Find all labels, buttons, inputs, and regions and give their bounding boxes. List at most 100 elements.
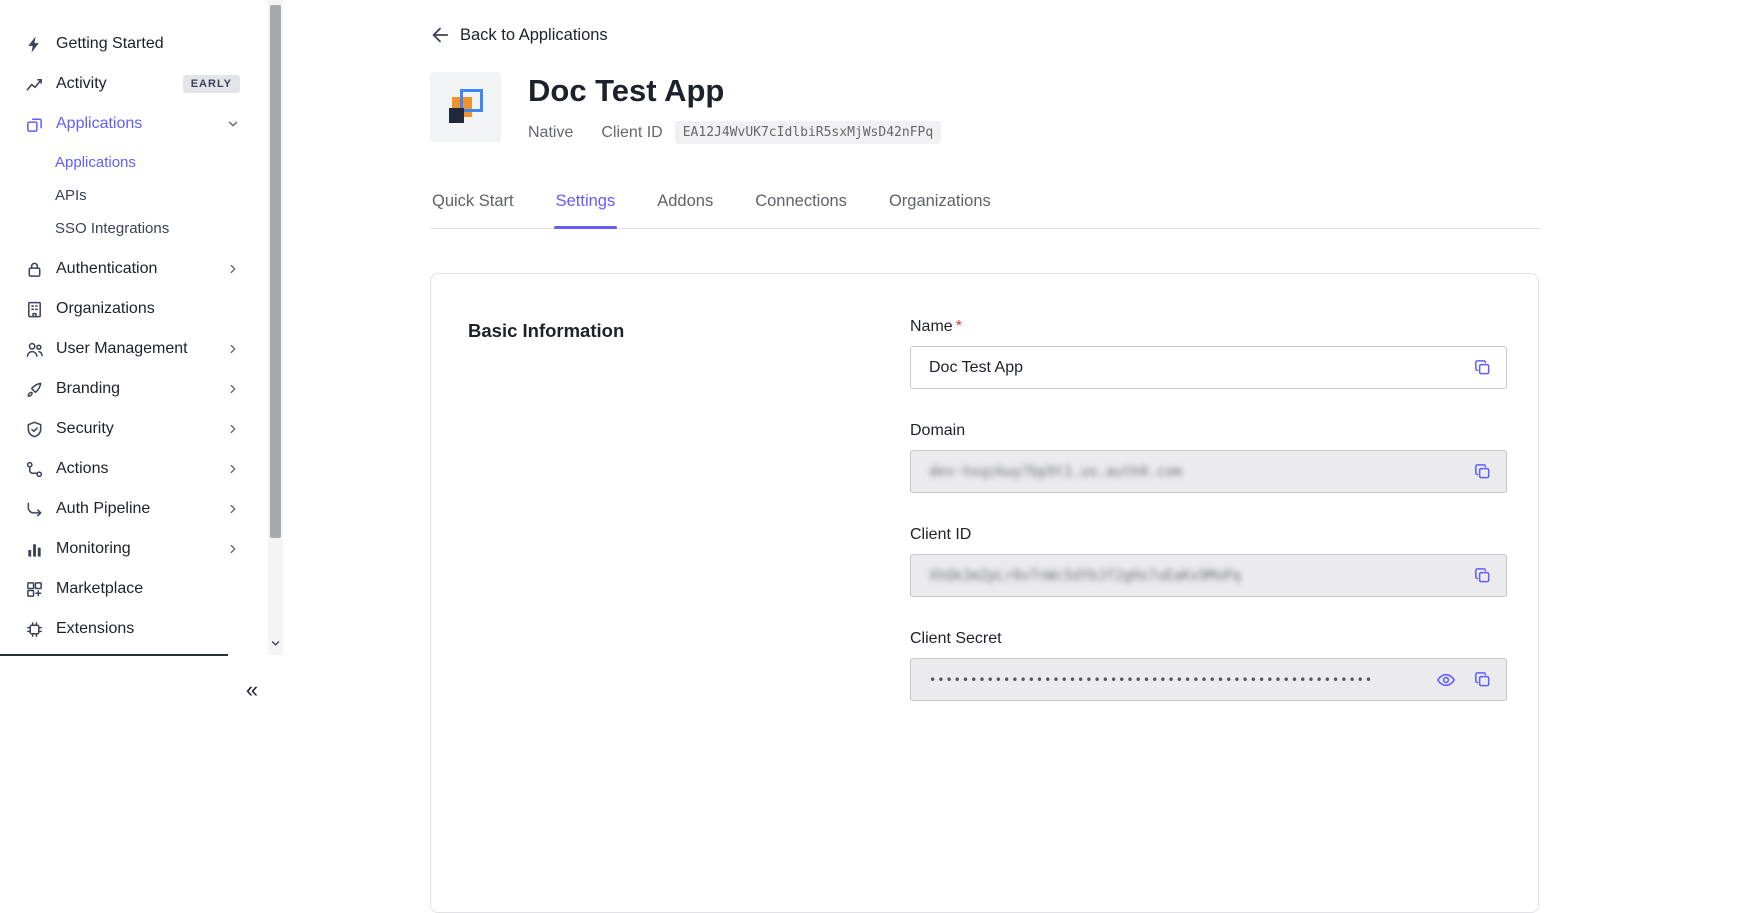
sidebar-item-label: Extensions	[56, 620, 240, 638]
sidebar: Getting Started Activity EARLY Applicati…	[0, 0, 290, 811]
back-arrow-icon	[430, 25, 450, 45]
sidebar-item-label: Marketplace	[56, 580, 240, 598]
page-title: Doc Test App	[528, 72, 941, 108]
name-field-group: Name*	[910, 318, 1507, 389]
copy-client-secret-button[interactable]	[1471, 669, 1493, 691]
client-id-redacted-value: XhQk3mZpLr8vTnWc5dYbJf2gHs7uEaKx9MoPq	[929, 568, 1241, 584]
sidebar-item-activity[interactable]: Activity EARLY	[0, 64, 290, 104]
rocket-icon	[24, 34, 44, 54]
sidebar-footer-divider	[0, 654, 228, 656]
copy-client-id-button[interactable]	[1471, 565, 1493, 587]
sidebar-item-user-management[interactable]: User Management	[0, 329, 290, 369]
tab-addons[interactable]: Addons	[655, 192, 715, 228]
submenu-item-label: SSO Integrations	[55, 220, 169, 237]
copy-name-button[interactable]	[1471, 357, 1493, 379]
paintbrush-icon	[24, 379, 44, 399]
bar-chart-icon	[24, 539, 44, 559]
chevron-right-icon	[226, 462, 240, 476]
sidebar-item-branding[interactable]: Branding	[0, 369, 290, 409]
submenu-item-label: APIs	[55, 187, 87, 204]
sidebar-item-label: Auth Pipeline	[56, 500, 226, 518]
tab-bar: Quick Start Settings Addons Connections …	[430, 192, 1541, 229]
sidebar-item-organizations[interactable]: Organizations	[0, 289, 290, 329]
domain-field-label: Domain	[910, 422, 1507, 440]
submenu-item-sso-integrations[interactable]: SSO Integrations	[0, 212, 290, 245]
sidebar-item-extensions[interactable]: Extensions	[0, 609, 290, 649]
sidebar-item-security[interactable]: Security	[0, 409, 290, 449]
copy-icon	[1473, 670, 1492, 689]
copy-icon	[1473, 358, 1492, 377]
sidebar-item-label: Applications	[56, 115, 226, 133]
scrollbar-down-arrow-icon[interactable]	[268, 634, 283, 652]
sidebar-item-label: Getting Started	[56, 35, 240, 53]
sidebar-item-auth-pipeline[interactable]: Auth Pipeline	[0, 489, 290, 529]
tab-quick-start[interactable]: Quick Start	[430, 192, 516, 228]
building-icon	[24, 299, 44, 319]
users-icon	[24, 339, 44, 359]
back-to-applications-link[interactable]: Back to Applications	[430, 25, 608, 45]
tab-organizations[interactable]: Organizations	[887, 192, 993, 228]
domain-redacted-value: dev-hxqzkwy7bp9t1.us.auth0.com	[929, 464, 1182, 480]
submenu-item-apis[interactable]: APIs	[0, 179, 290, 212]
sidebar-item-monitoring[interactable]: Monitoring	[0, 529, 290, 569]
sidebar-item-label: Security	[56, 420, 226, 438]
app-logo	[430, 72, 501, 142]
section-title: Basic Information	[468, 318, 910, 342]
back-link-label: Back to Applications	[460, 26, 608, 45]
chevron-right-icon	[226, 502, 240, 516]
eye-icon	[1436, 670, 1456, 690]
client-secret-masked-value: ••••••••••••••••••••••••••••••••••••••••…	[929, 673, 1373, 687]
sidebar-scrollbar[interactable]	[268, 0, 283, 655]
sidebar-item-marketplace[interactable]: Marketplace	[0, 569, 290, 609]
client-id-field-group: Client ID XhQk3mZpLr8vTnWc5dYbJf2gHs7uEa…	[910, 526, 1507, 597]
submenu-item-applications[interactable]: Applications	[0, 146, 290, 179]
chevron-right-icon	[226, 382, 240, 396]
copy-icon	[1473, 462, 1492, 481]
client-secret-input: ••••••••••••••••••••••••••••••••••••••••…	[910, 658, 1507, 701]
chevron-right-icon	[226, 422, 240, 436]
required-marker: *	[956, 318, 962, 335]
domain-field-group: Domain dev-hxqzkwy7bp9t1.us.auth0.com	[910, 422, 1507, 493]
tab-settings[interactable]: Settings	[554, 192, 618, 228]
chevron-right-icon	[226, 342, 240, 356]
collapse-sidebar-button[interactable]: «	[238, 676, 266, 704]
submenu-item-label: Applications	[55, 154, 136, 171]
sidebar-item-actions[interactable]: Actions	[0, 449, 290, 489]
copy-domain-button[interactable]	[1471, 461, 1493, 483]
name-input[interactable]	[910, 346, 1507, 389]
tab-connections[interactable]: Connections	[753, 192, 849, 228]
client-id-label: Client ID	[601, 124, 662, 142]
client-secret-field-group: Client Secret ••••••••••••••••••••••••••…	[910, 630, 1507, 701]
name-field-label: Name*	[910, 318, 1507, 336]
sidebar-item-label: User Management	[56, 340, 226, 358]
workflow-icon	[24, 459, 44, 479]
sidebar-item-label: Organizations	[56, 300, 240, 318]
app-type-label: Native	[528, 124, 573, 142]
reveal-client-secret-button[interactable]	[1435, 669, 1457, 691]
client-secret-field-label: Client Secret	[910, 630, 1507, 648]
chevron-down-icon	[226, 117, 240, 131]
sidebar-item-label: Monitoring	[56, 540, 226, 558]
copy-icon	[1473, 566, 1492, 585]
sidebar-item-label: Branding	[56, 380, 226, 398]
app-header: Doc Test App Native Client ID EA12J4WvUK…	[430, 72, 1763, 144]
main-content: Back to Applications Doc Test App Native…	[290, 0, 1763, 811]
lock-icon	[24, 259, 44, 279]
chevron-right-icon	[226, 542, 240, 556]
scrollbar-thumb[interactable]	[270, 5, 281, 538]
layered-squares-icon	[444, 85, 488, 129]
client-id-field-label: Client ID	[910, 526, 1507, 544]
sidebar-item-applications[interactable]: Applications	[0, 104, 290, 144]
grid-plus-icon	[24, 579, 44, 599]
basic-information-card: Basic Information Name* Domain	[430, 273, 1539, 913]
client-id-input: XhQk3mZpLr8vTnWc5dYbJf2gHs7uEaKx9MoPq	[910, 554, 1507, 597]
sidebar-item-getting-started[interactable]: Getting Started	[0, 24, 290, 64]
domain-input: dev-hxqzkwy7bp9t1.us.auth0.com	[910, 450, 1507, 493]
sidebar-item-authentication[interactable]: Authentication	[0, 249, 290, 289]
sidebar-item-label: Actions	[56, 460, 226, 478]
shield-icon	[24, 419, 44, 439]
chevron-right-icon	[226, 262, 240, 276]
sidebar-item-label: Authentication	[56, 260, 226, 278]
client-id-badge[interactable]: EA12J4WvUK7cIdlbiR5sxMjWsD42nFPq	[675, 121, 941, 144]
pipeline-icon	[24, 499, 44, 519]
